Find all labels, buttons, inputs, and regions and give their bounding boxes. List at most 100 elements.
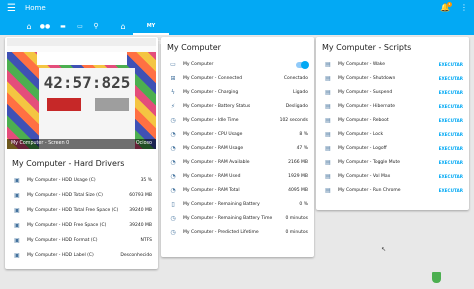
row-value: 47 % <box>296 146 308 151</box>
execute-button[interactable]: EXECUTAR <box>439 100 463 114</box>
entity-row[interactable]: ▯ My Computer - Remaining Battery 0 % <box>161 198 314 212</box>
harddisk-icon: ▣ <box>14 252 20 259</box>
row-label: My Computer - RAM Used <box>183 174 241 179</box>
execute-button[interactable]: EXECUTAR <box>439 58 463 72</box>
card-title: My Computer - Scripts <box>322 43 412 52</box>
tab-run-icon[interactable]: ⚲ <box>89 18 103 35</box>
row-label: My Computer - HDD Total Size (C) <box>27 193 103 198</box>
card-title: My Computer <box>167 43 221 52</box>
hdd-title: My Computer - Hard Drivers <box>12 159 125 168</box>
hdd-row[interactable]: ▣ My Computer - HDD Free Space (C) 39240 M… <box>5 219 158 233</box>
row-label: My Computer - HDD Usage (C) <box>27 178 96 183</box>
script-icon: ▤ <box>325 173 331 180</box>
execute-button[interactable]: EXECUTAR <box>439 114 463 128</box>
gauge-icon: ◔ <box>170 131 176 138</box>
tab-home-icon[interactable]: ⌂ <box>22 18 36 35</box>
row-label: My Computer - Lock <box>338 132 384 137</box>
row-value: 0 minutos <box>285 216 309 221</box>
execute-button[interactable]: EXECUTAR <box>439 170 463 184</box>
execute-button[interactable]: EXECUTAR <box>439 156 463 170</box>
tab-people-icon[interactable]: ●● <box>38 18 52 35</box>
entity-row[interactable]: ◔ My Computer - RAM Usage 47 % <box>161 142 314 156</box>
row-label: My Computer - Toggle Mute <box>338 160 400 165</box>
mouse-cursor-icon: ↖ <box>381 246 387 253</box>
row-label: My Computer - HDD Total Free Space (C) <box>27 208 119 213</box>
charging-icon: ϟ <box>171 89 175 96</box>
entity-row[interactable]: ◔ My Computer - CPU Usage 8 % <box>161 128 314 142</box>
hdd-row[interactable]: ▣ My Computer - HDD Usage (C) 35 % <box>5 174 158 188</box>
row-label: My Computer - Suspend <box>338 90 393 95</box>
entity-row[interactable]: ◔ My Computer - RAM Available 2166 MB <box>161 156 314 170</box>
script-icon: ▤ <box>325 131 331 138</box>
entity-row[interactable]: ▭ My Computer <box>161 58 314 72</box>
row-label: My Computer - Charging <box>183 90 239 95</box>
tab-sofa-icon[interactable]: ▬ <box>56 18 70 35</box>
tab-bar: ⌂ ●● ▬ ▭ ⚲ ⌂ MY COMPUTER <box>0 18 474 46</box>
tab-car-icon[interactable]: ▭ <box>73 18 87 35</box>
execute-button[interactable]: EXECUTAR <box>439 142 463 156</box>
script-row: ▤ My Computer - Wake EXECUTAR <box>316 58 469 72</box>
monitor-icon: ▭ <box>170 61 176 68</box>
execute-button[interactable]: EXECUTAR <box>439 128 463 142</box>
timer-display: 42:57:825 <box>43 73 131 92</box>
entity-row[interactable]: ⚡ My Computer - Battery Status Desligado <box>161 100 314 114</box>
gauge-icon: ◔ <box>170 187 176 194</box>
entity-row[interactable]: ◷ My Computer - Idle Time 102 seconds <box>161 114 314 128</box>
hdd-row[interactable]: ▣ My Computer - HDD Total Free Space (C) 3… <box>5 204 158 218</box>
shield-icon[interactable] <box>432 272 441 283</box>
power-toggle[interactable] <box>296 61 309 69</box>
execute-button[interactable]: EXECUTAR <box>439 72 463 86</box>
tab-house-icon[interactable]: ⌂ <box>116 18 130 35</box>
entity-row[interactable]: ◔ My Computer - RAM Total 4095 MB <box>161 184 314 198</box>
tab-my-computer[interactable]: MY COMPUTER <box>133 18 169 46</box>
entity-row[interactable]: ⊞ My Computer - Connected Conectado <box>161 72 314 86</box>
entity-row[interactable]: ◔ My Computer - RAM Used 1929 MB <box>161 170 314 184</box>
row-value: 35 % <box>140 178 152 183</box>
row-value: 39240 MB <box>129 208 152 213</box>
row-label: My Computer - Idle Time <box>183 118 239 123</box>
execute-button[interactable]: EXECUTAR <box>439 184 463 198</box>
row-label: My Computer - Remaining Battery <box>183 202 260 207</box>
clock-icon: ◷ <box>170 215 176 222</box>
hdd-row[interactable]: ▣ My Computer - HDD Total Size (C) 60793 M… <box>5 189 158 203</box>
lan-icon: ⊞ <box>170 75 176 82</box>
camera-image[interactable]: 42:57:825 My Computer - Screen 0 Ocioso <box>7 38 156 149</box>
harddisk-icon: ▣ <box>14 177 20 184</box>
execute-button[interactable]: EXECUTAR <box>439 86 463 100</box>
camera-name: My Computer - Screen 0 <box>11 141 70 146</box>
gauge-icon: ◔ <box>170 173 176 180</box>
row-label: My Computer - HDD Format (C) <box>27 238 98 243</box>
script-icon: ▤ <box>325 89 331 96</box>
row-value: Conectado <box>283 76 308 81</box>
entity-row[interactable]: ϟ My Computer - Charging Ligado <box>161 86 314 100</box>
row-label: My Computer - Hibernate <box>338 104 396 109</box>
script-icon: ▤ <box>325 75 331 82</box>
gauge-icon: ◔ <box>170 145 176 152</box>
entity-row[interactable]: ◷ My Computer - Remaining Battery Time 0 m… <box>161 212 314 226</box>
script-icon: ▤ <box>325 103 331 110</box>
row-label: My Computer - RAM Available <box>183 160 250 165</box>
hdd-row[interactable]: ▣ My Computer - HDD Label (C) Desconhecido <box>5 249 158 263</box>
row-label: My Computer - HDD Free Space (C) <box>27 223 107 228</box>
row-label: My Computer - HDD Label (C) <box>27 253 94 258</box>
hdd-row[interactable]: ▣ My Computer - HDD Format (C) NTFS <box>5 234 158 248</box>
script-icon: ▤ <box>325 187 331 194</box>
my-computer-card: My Computer ▭ My Computer ⊞ My Computer - … <box>161 37 314 257</box>
row-value: 102 seconds <box>279 118 308 123</box>
row-value: Ligado <box>293 90 308 95</box>
gauge-icon: ◔ <box>170 159 176 166</box>
row-value: 39240 MB <box>129 223 152 228</box>
row-value: Desligado <box>285 104 308 109</box>
menu-icon[interactable]: ☰ <box>7 3 16 14</box>
script-row: ▤ My Computer - Reboot EXECUTAR <box>316 114 469 128</box>
row-label: My Computer - Battery Status <box>183 104 251 109</box>
ad-banner <box>37 52 127 65</box>
battery-icon: ▯ <box>171 201 175 208</box>
row-label: My Computer - Vol Max <box>338 174 391 179</box>
row-label: My Computer - RAM Usage <box>183 146 244 151</box>
entity-row[interactable]: ◷ My Computer - Predicted Lifetime 0 minut… <box>161 226 314 240</box>
harddisk-icon: ▣ <box>14 207 20 214</box>
clock-icon: ◷ <box>170 229 176 236</box>
row-value: 4095 MB <box>288 188 308 193</box>
more-vert-icon[interactable]: ⋮ <box>460 3 468 12</box>
